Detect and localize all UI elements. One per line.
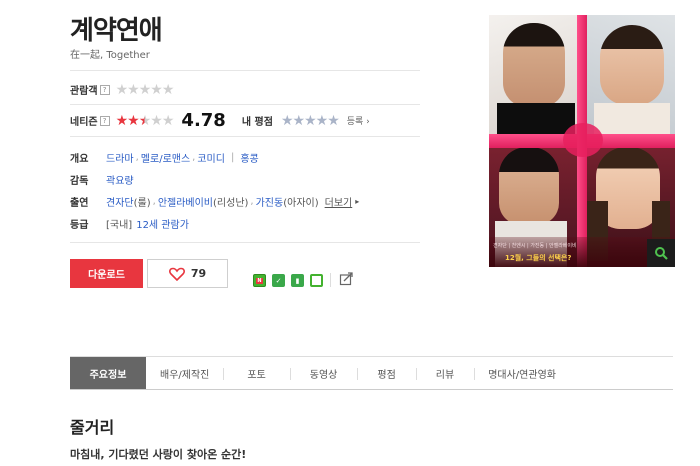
blog-share-icon[interactable]	[310, 274, 323, 287]
genre-link[interactable]: 드라마	[106, 150, 134, 165]
tab-photo[interactable]: 포토	[223, 357, 289, 389]
audience-help-icon[interactable]: ?	[99, 84, 110, 95]
cast-role: (리성난)	[213, 198, 249, 209]
audience-stars: ★ ★ ★ ★ ★	[115, 81, 175, 98]
poster-tagline: 12월, 그들의 선택은?	[505, 254, 572, 262]
synopsis-headline: 마침내, 기다렸던 사랑이 찾아온 순간!	[70, 448, 247, 461]
chevron-right-icon: ▸	[355, 197, 360, 206]
share-icon[interactable]	[339, 271, 354, 289]
country-link[interactable]: 홍콩	[240, 150, 258, 165]
rating-row: 등급 [국내] 12세 관람가	[70, 216, 189, 231]
cast-link[interactable]: 견자단	[106, 194, 134, 209]
register-rating-link[interactable]: 등록 ›	[347, 114, 370, 127]
heart-icon	[168, 267, 185, 281]
netizen-help-icon[interactable]: ?	[99, 115, 110, 126]
rating-region: [국내]	[106, 220, 133, 231]
tab-video[interactable]: 동영상	[289, 357, 358, 389]
divider	[70, 136, 420, 137]
divider	[70, 242, 420, 243]
divider	[70, 104, 420, 105]
netizen-score: 4.78	[181, 110, 226, 131]
cast-link[interactable]: 안젤라베이비	[158, 194, 213, 209]
check-share-icon[interactable]: ✓	[272, 274, 285, 287]
cast-row: 출연 견자단 (룰), 안젤라베이비 (리성난), 가진동 (아자이) 더보기 ▸	[70, 194, 360, 209]
genre-row: 개요 드라마, 멜로/로맨스, 코미디 | 홍콩	[70, 150, 259, 165]
director-label: 감독	[70, 176, 89, 187]
movie-title: 계약연애	[70, 16, 163, 46]
poster-zoom-button[interactable]	[647, 239, 675, 267]
naver-share-icon[interactable]: N	[253, 274, 266, 287]
search-icon	[655, 247, 668, 260]
my-rating-label: 내 평점	[241, 117, 273, 128]
cast-role: (룰)	[133, 198, 151, 209]
divider	[70, 70, 420, 71]
poster-credits: 견자단 | 천엔시 | 가진동 | 안젤라베이비	[493, 243, 577, 249]
netizen-rating-row: 네티즌 ? ★ ★ ★ ★ ★ 4.78 내 평점 ★ ★ ★ ★ ★ 등록 ›	[70, 110, 370, 131]
rating-value-link[interactable]: 12세 관람가	[136, 216, 189, 231]
synopsis-title: 줄거리	[70, 418, 115, 437]
cast-role: (아자이)	[283, 198, 319, 209]
audience-label: 관람객	[70, 86, 98, 97]
movie-subtitle: 在一起, Together	[70, 50, 150, 61]
tab-rating[interactable]: 평점	[357, 357, 415, 389]
divider	[330, 273, 331, 287]
cast-link[interactable]: 가진동	[256, 194, 284, 209]
genre-link[interactable]: 멜로/로맨스	[141, 150, 190, 165]
more-cast-link[interactable]: 더보기	[325, 194, 353, 209]
audience-rating-row: 관람객 ? ★ ★ ★ ★ ★	[70, 81, 175, 98]
movie-poster[interactable]: 견자단 | 천엔시 | 가진동 | 안젤라베이비 12월, 그들의 선택은?	[489, 15, 675, 267]
director-link[interactable]: 곽요량	[106, 172, 134, 187]
tab-cast-crew[interactable]: 배우/제작진	[146, 357, 223, 389]
tab-review[interactable]: 리뷰	[415, 357, 474, 389]
director-row: 감독 곽요량	[70, 172, 134, 187]
like-count: 79	[190, 267, 207, 280]
my-rating-stars[interactable]: ★ ★ ★ ★ ★	[281, 114, 340, 128]
like-button[interactable]: 79	[147, 259, 228, 288]
netizen-label: 네티즌	[70, 117, 98, 128]
bookmark-share-icon[interactable]: ▮	[291, 274, 304, 287]
ribbon-bow	[563, 123, 603, 157]
rating-label: 등급	[70, 220, 89, 231]
genre-label: 개요	[70, 154, 89, 165]
tab-main-info[interactable]: 주요정보	[70, 357, 146, 389]
tab-bar: 주요정보 배우/제작진 포토 동영상 평점 리뷰 명대사/연관영화	[70, 356, 673, 390]
tab-quotes-related[interactable]: 명대사/연관영화	[474, 357, 570, 389]
cast-label: 출연	[70, 198, 89, 209]
download-button[interactable]: 다운로드	[70, 259, 143, 288]
netizen-stars: ★ ★ ★ ★ ★	[115, 112, 175, 129]
genre-link[interactable]: 코미디	[197, 150, 225, 165]
